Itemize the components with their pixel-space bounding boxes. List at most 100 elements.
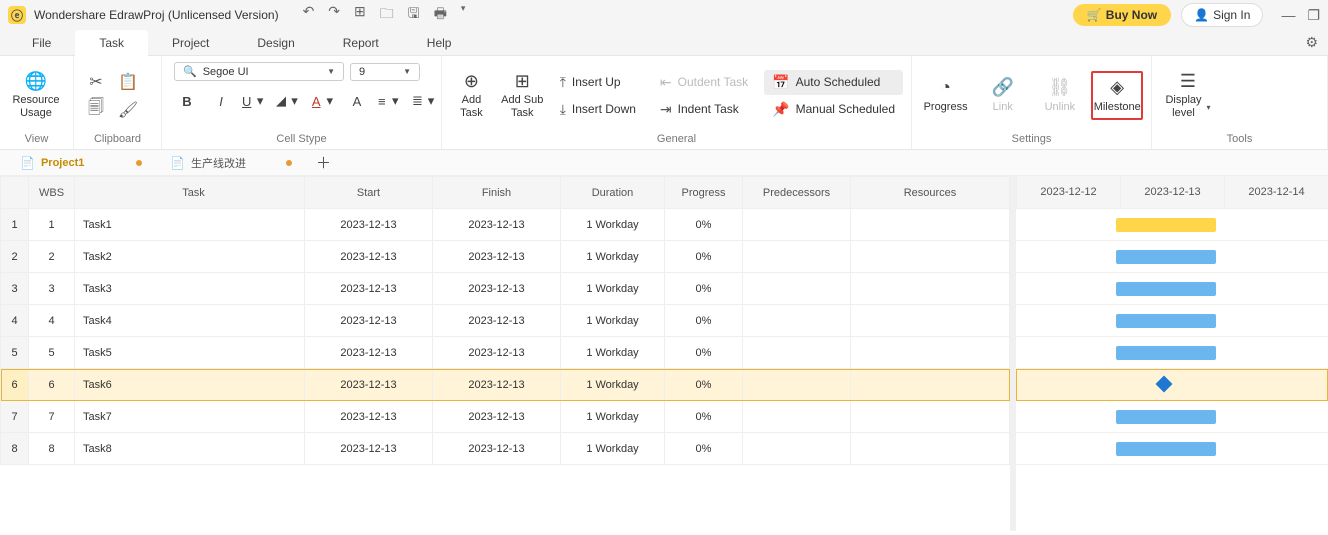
cell-progress[interactable]: 0%	[665, 337, 743, 369]
cell-predecessors[interactable]	[743, 241, 851, 273]
cell-task[interactable]: Task1	[75, 209, 305, 241]
row-number[interactable]: 6	[1, 369, 29, 401]
gantt-bar[interactable]	[1116, 346, 1216, 360]
font-size-select[interactable]: 9 ▼	[350, 63, 420, 81]
auto-scheduled-button[interactable]: 📅Auto Scheduled	[764, 70, 903, 95]
menu-help[interactable]: Help	[403, 30, 476, 56]
cell-duration[interactable]: 1 Workday	[561, 401, 665, 433]
cell-duration[interactable]: 1 Workday	[561, 337, 665, 369]
gantt-row[interactable]	[1016, 433, 1328, 465]
col-predecessors[interactable]: Predecessors	[743, 177, 851, 209]
doctab[interactable]: 📄生产线改进	[156, 151, 306, 175]
menu-project[interactable]: Project	[148, 30, 233, 56]
gantt-row[interactable]	[1016, 337, 1328, 369]
gantt-date-header[interactable]: 2023-12-12	[1016, 176, 1120, 208]
cell-start[interactable]: 2023-12-13	[305, 241, 433, 273]
cell-task[interactable]: Task6	[75, 369, 305, 401]
cell-wbs[interactable]: 1	[29, 209, 75, 241]
indent-task-button[interactable]: ⇥Indent Task	[652, 97, 756, 122]
table-row[interactable]: 44Task42023-12-132023-12-131 Workday0%	[1, 305, 1010, 337]
cell-resources[interactable]	[851, 209, 1010, 241]
gantt-bar[interactable]	[1116, 250, 1216, 264]
cell-start[interactable]: 2023-12-13	[305, 369, 433, 401]
gantt-row[interactable]	[1016, 369, 1328, 401]
cell-finish[interactable]: 2023-12-13	[433, 209, 561, 241]
cell-start[interactable]: 2023-12-13	[305, 401, 433, 433]
menu-report[interactable]: Report	[319, 30, 403, 56]
underline-button[interactable]: U▾	[242, 91, 268, 111]
qat-dropdown-icon[interactable]: ▾	[461, 3, 466, 27]
row-number[interactable]: 7	[1, 401, 29, 433]
row-number[interactable]: 5	[1, 337, 29, 369]
cell-predecessors[interactable]	[743, 433, 851, 465]
cut-icon[interactable]: ✂	[82, 70, 110, 94]
unlink-button[interactable]: ⛓Unlink	[1034, 73, 1085, 118]
gantt-row[interactable]	[1016, 209, 1328, 241]
cell-wbs[interactable]: 7	[29, 401, 75, 433]
col-duration[interactable]: Duration	[561, 177, 665, 209]
table-row[interactable]: 88Task82023-12-132023-12-131 Workday0%	[1, 433, 1010, 465]
buy-now-button[interactable]: 🛒 Buy Now	[1073, 4, 1171, 26]
col-resources[interactable]: Resources	[851, 177, 1010, 209]
cell-duration[interactable]: 1 Workday	[561, 305, 665, 337]
doctab[interactable]: 📄Project1	[6, 151, 156, 175]
cell-finish[interactable]: 2023-12-13	[433, 369, 561, 401]
gantt-bar[interactable]	[1116, 282, 1216, 296]
format-painter-icon[interactable]: 🖌	[114, 98, 142, 122]
print-icon[interactable]: 🖶	[434, 3, 447, 27]
cell-progress[interactable]: 0%	[665, 209, 743, 241]
cell-start[interactable]: 2023-12-13	[305, 209, 433, 241]
add-document-tab[interactable]: ＋	[306, 148, 341, 177]
col-progress[interactable]: Progress	[665, 177, 743, 209]
row-number[interactable]: 8	[1, 433, 29, 465]
gantt-bar[interactable]	[1116, 218, 1216, 232]
cell-progress[interactable]: 0%	[665, 273, 743, 305]
highlight-button[interactable]: A	[344, 91, 370, 111]
cell-resources[interactable]	[851, 273, 1010, 305]
font-color-button[interactable]: A▾	[310, 91, 336, 111]
add-sub-task-button[interactable]: ⊞ Add Sub Task	[501, 67, 544, 125]
minimize-icon[interactable]: —	[1281, 7, 1295, 24]
cell-wbs[interactable]: 2	[29, 241, 75, 273]
outdent-task-button[interactable]: ⇤Outdent Task	[652, 70, 756, 95]
cell-wbs[interactable]: 6	[29, 369, 75, 401]
copy-icon[interactable]: 🗐	[82, 98, 110, 122]
insert-down-button[interactable]: ⤓Insert Down	[552, 97, 644, 122]
add-task-button[interactable]: ⊕ Add Task	[450, 67, 493, 125]
cell-wbs[interactable]: 8	[29, 433, 75, 465]
gantt-chart[interactable]: 2023-12-122023-12-132023-12-14	[1016, 176, 1328, 531]
menu-task[interactable]: Task	[75, 30, 148, 56]
open-icon[interactable]: 🗀	[380, 3, 394, 27]
paste-icon[interactable]: 📋	[114, 70, 142, 94]
cell-predecessors[interactable]	[743, 337, 851, 369]
gantt-row[interactable]	[1016, 305, 1328, 337]
gear-icon[interactable]: ⚙	[1305, 34, 1318, 51]
task-grid[interactable]: WBS Task Start Finish Duration Progress …	[0, 176, 1016, 531]
align-button[interactable]: ≣▾	[412, 91, 438, 111]
cell-task[interactable]: Task7	[75, 401, 305, 433]
row-number[interactable]: 1	[1, 209, 29, 241]
line-spacing-button[interactable]: ≡▾	[378, 91, 404, 111]
cell-resources[interactable]	[851, 305, 1010, 337]
gantt-bar[interactable]	[1116, 314, 1216, 328]
cell-predecessors[interactable]	[743, 273, 851, 305]
fill-color-button[interactable]: ◢▾	[276, 91, 302, 111]
save-icon[interactable]: 🖫	[408, 3, 420, 27]
menu-file[interactable]: File	[8, 30, 75, 56]
gantt-date-header[interactable]: 2023-12-13	[1120, 176, 1224, 208]
gantt-row[interactable]	[1016, 241, 1328, 273]
col-finish[interactable]: Finish	[433, 177, 561, 209]
resource-usage-button[interactable]: 🌐 Resource Usage	[8, 67, 64, 125]
manual-scheduled-button[interactable]: 📌Manual Scheduled	[764, 97, 903, 122]
cell-finish[interactable]: 2023-12-13	[433, 337, 561, 369]
cell-start[interactable]: 2023-12-13	[305, 337, 433, 369]
table-row[interactable]: 22Task22023-12-132023-12-131 Workday0%	[1, 241, 1010, 273]
gantt-bar[interactable]	[1116, 442, 1216, 456]
table-row[interactable]: 11Task12023-12-132023-12-131 Workday0%	[1, 209, 1010, 241]
cell-wbs[interactable]: 4	[29, 305, 75, 337]
table-row[interactable]: 66Task62023-12-132023-12-131 Workday0%	[1, 369, 1010, 401]
font-name-select[interactable]: 🔍 Segoe UI ▼	[174, 62, 344, 81]
insert-up-button[interactable]: ⤒Insert Up	[552, 70, 644, 95]
cell-resources[interactable]	[851, 337, 1010, 369]
redo-icon[interactable]: ↷	[328, 3, 340, 27]
